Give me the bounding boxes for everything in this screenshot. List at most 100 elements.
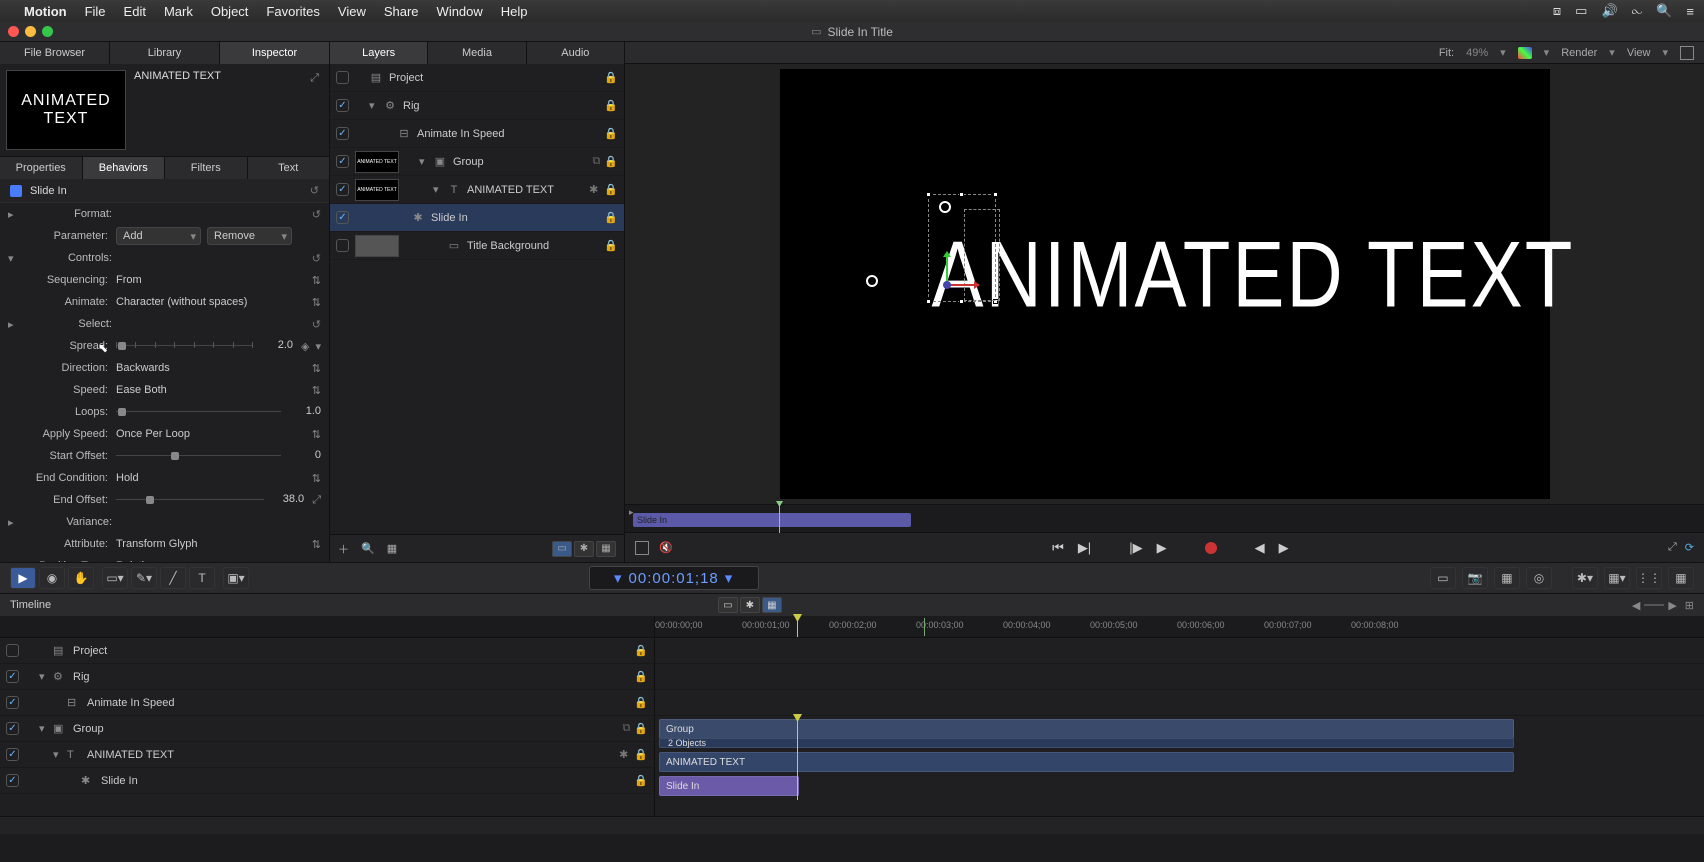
layer-row-rig[interactable]: ▾⚙Rig🔒 [330, 92, 624, 120]
clip-group[interactable]: Group [659, 719, 1514, 739]
clip-slide-in[interactable]: Slide In [659, 776, 799, 796]
select-reset[interactable]: ↺ [312, 318, 321, 331]
mini-clip[interactable]: Slide In [633, 513, 911, 527]
tl-zoom-slider[interactable] [1644, 604, 1664, 606]
fit-value[interactable]: 49% [1466, 47, 1488, 59]
tl-visibility-checkbox[interactable] [6, 748, 19, 761]
sequencing-value[interactable]: From [116, 274, 306, 286]
layer-row-title-background[interactable]: ▭Title Background🔒 [330, 232, 624, 260]
tl-row-group[interactable]: ▾▣Group⧉🔒 [0, 716, 654, 742]
menu-edit[interactable]: Edit [124, 4, 146, 19]
wifi-icon[interactable]: ⧜ [1632, 3, 1643, 19]
lock-icon[interactable]: 🔒 [634, 748, 648, 761]
positiontype-value[interactable]: Relative [116, 560, 306, 562]
parameter-add[interactable]: Add▾ [116, 227, 201, 245]
startoffset-value[interactable]: 0 [285, 449, 321, 461]
layer-row-animated-text[interactable]: ANIMATED TEXT▾TANIMATED TEXT✱🔒 [330, 176, 624, 204]
disclosure-icon[interactable]: ▾ [433, 183, 443, 196]
layout-toggle[interactable] [1680, 46, 1694, 60]
spread-keyframe[interactable]: ◈ [301, 340, 309, 353]
zoom-window[interactable] [42, 26, 53, 37]
prev-frame[interactable]: ◀ [1255, 540, 1265, 556]
endoffset-slider[interactable]: 38.0 [116, 493, 304, 507]
layer-visibility-checkbox[interactable] [336, 211, 349, 224]
expand-icon[interactable]: ⤢ [1668, 541, 1677, 554]
lock-icon[interactable]: 🔒 [634, 670, 648, 683]
mini-playhead[interactable] [779, 505, 780, 533]
loop-icon[interactable]: ⟳ [1685, 541, 1694, 554]
camera-tool[interactable]: 📷 [1462, 567, 1488, 589]
applyspeed-value[interactable]: Once Per Loop [116, 428, 306, 440]
layers-view-3[interactable]: ▦ [596, 541, 616, 557]
ram-preview-icon[interactable] [635, 541, 649, 555]
text-tool[interactable]: T [189, 567, 215, 589]
mini-timeline[interactable]: ▸ Slide In [625, 504, 1704, 532]
particles-tool[interactable]: ⋮⋮ [1636, 567, 1662, 589]
tab-audio[interactable]: Audio [527, 42, 624, 64]
spread-value[interactable]: 2.0 [257, 339, 293, 351]
gear-icon[interactable]: ✱ [589, 183, 598, 196]
z-axis-dot[interactable] [943, 281, 951, 289]
attribute-value[interactable]: Transform Glyph [116, 538, 306, 550]
timeline-playhead[interactable] [797, 616, 798, 637]
layer-visibility-checkbox[interactable] [336, 239, 349, 252]
close-window[interactable] [8, 26, 19, 37]
lock-icon[interactable]: 🔒 [604, 211, 618, 224]
menu-help[interactable]: Help [501, 4, 528, 19]
pin-icon[interactable]: ⤢ [310, 72, 319, 85]
mask-tool[interactable]: ▣▾ [223, 567, 249, 589]
lock-icon[interactable]: 🔒 [604, 239, 618, 252]
search-layers[interactable]: 🔍 [361, 542, 375, 555]
behavior-header[interactable]: Slide In ↺ [0, 179, 329, 203]
clip-animated-text[interactable]: ANIMATED TEXT [659, 752, 1514, 772]
tl-visibility-checkbox[interactable] [6, 644, 19, 657]
bucket-tool[interactable]: ◉ [39, 567, 65, 589]
tab-file-browser[interactable]: File Browser [0, 42, 110, 64]
rect-tool[interactable]: ▭▾ [102, 567, 128, 589]
tl-zoom-out[interactable]: ◀ [1632, 599, 1640, 612]
spread-slider[interactable]: 2.0 [116, 339, 293, 353]
lock-icon[interactable]: 🔒 [604, 183, 618, 196]
tab-library[interactable]: Library [110, 42, 220, 64]
endoffset-keyframe[interactable]: ⤢ [312, 494, 321, 507]
speed-value[interactable]: Ease Both [116, 384, 306, 396]
spotlight-icon[interactable]: 🔍 [1656, 3, 1672, 19]
tl-row-animate-in-speed[interactable]: ⊟Animate In Speed🔒 [0, 690, 654, 716]
format-disclosure[interactable]: ▸ [8, 208, 20, 221]
layer-visibility-checkbox[interactable] [336, 183, 349, 196]
insp-properties[interactable]: Properties [0, 157, 83, 179]
tl-view-3[interactable]: ▦ [762, 597, 782, 613]
select-tool[interactable]: ▶ [10, 567, 36, 589]
canvas-text[interactable]: ANIMATED TEXT [932, 220, 1575, 329]
color-indicator[interactable] [1518, 47, 1532, 59]
insp-filters[interactable]: Filters [165, 157, 248, 179]
gear-icon[interactable]: ✱ [619, 748, 628, 761]
next-frame[interactable]: ▶ [1279, 540, 1289, 556]
disclosure-icon[interactable]: ▾ [39, 722, 49, 735]
mute-icon[interactable]: 🔇 [659, 541, 673, 555]
menu-favorites[interactable]: Favorites [266, 4, 319, 19]
add-layer[interactable]: ＋ [338, 541, 349, 557]
pen-tool[interactable]: ✎▾ [131, 567, 157, 589]
dropbox-icon[interactable]: ⧈ [1553, 3, 1561, 19]
endcondition-value[interactable]: Hold [116, 472, 306, 484]
timeline-marker[interactable] [924, 618, 925, 636]
timecode-display[interactable]: ▾ 00:00:01;18 ▾ [589, 566, 759, 590]
fit-caret[interactable]: ▾ [1500, 46, 1506, 59]
layers-view-2[interactable]: ✱ [574, 541, 594, 557]
tl-visibility-checkbox[interactable] [6, 696, 19, 709]
hud-tool[interactable]: ▭ [1430, 567, 1456, 589]
link-icon[interactable]: ⧉ [592, 155, 600, 168]
step-back[interactable]: ▶| [1078, 540, 1091, 556]
variance-disclosure[interactable]: ▸ [8, 516, 20, 529]
parameter-remove[interactable]: Remove▾ [207, 227, 292, 245]
layer-row-group[interactable]: ANIMATED TEXT▾▣Group⧉🔒 [330, 148, 624, 176]
spread-menu[interactable]: ▾ [315, 340, 321, 353]
layer-visibility-checkbox[interactable] [336, 127, 349, 140]
lock-icon[interactable]: 🔒 [604, 99, 618, 112]
layer-row-animate-in-speed[interactable]: ⊟Animate In Speed🔒 [330, 120, 624, 148]
tl-zoom-in[interactable]: ▶ [1668, 599, 1676, 612]
layers-settings[interactable]: ▦ [387, 542, 397, 555]
menu-window[interactable]: Window [437, 4, 483, 19]
format-reset[interactable]: ↺ [312, 208, 321, 221]
